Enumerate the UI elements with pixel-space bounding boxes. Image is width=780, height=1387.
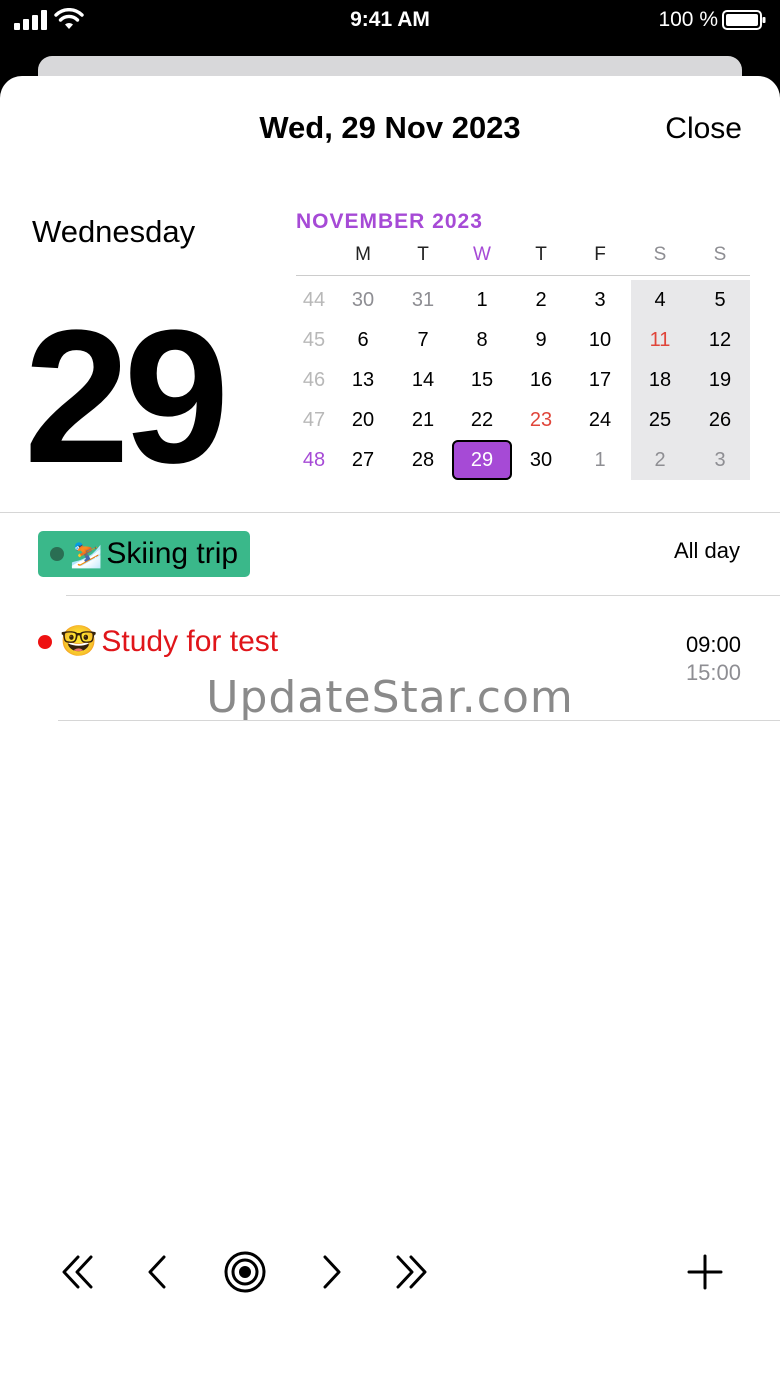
week-number: 44 [302, 289, 326, 311]
calendar-day[interactable]: 31 [395, 282, 451, 318]
calendar-day[interactable]: 26 [692, 402, 748, 438]
today-button[interactable] [215, 1244, 275, 1300]
calendar-day[interactable]: 16 [513, 362, 569, 398]
calendar-day[interactable]: 12 [692, 322, 748, 358]
calendar-day[interactable]: 19 [692, 362, 748, 398]
week-number: 47 [302, 409, 326, 431]
weekday-header: W [473, 244, 491, 265]
calendar-grid: 44 30 31 1 2 3 4 5 45 6 7 8 9 10 11 12 46 13 14 15 16 17 18 19 4… [296, 276, 750, 480]
calendar-day[interactable]: 30 [513, 442, 569, 478]
calendar-day[interactable]: 2 [632, 442, 688, 478]
week-number: 48 [302, 449, 326, 471]
double-chevron-left-icon [62, 1255, 93, 1289]
event-title: Study for test [101, 624, 279, 658]
mini-calendar: NOVEMBER 2023 M T W T F S S 44 30 31 1 2 3 4 5 4… [296, 210, 750, 480]
target-icon [224, 1251, 266, 1293]
calendar-day[interactable]: 28 [395, 442, 451, 478]
skier-icon: ⛷️ [70, 538, 103, 569]
day-detail-sheet: Wed, 29 Nov 2023 Close Wednesday 29 NOVE… [0, 76, 780, 1387]
battery-icon [722, 10, 766, 30]
calendar-day[interactable]: 17 [572, 362, 628, 398]
month-label: NOVEMBER 2023 [296, 210, 483, 233]
weekday-header-row: M T W T F S S [296, 240, 750, 276]
calendar-day[interactable]: 1 [454, 282, 510, 318]
divider [58, 720, 780, 721]
close-button[interactable]: Close [665, 112, 742, 146]
status-bar: 9:41 AM 100 % [0, 0, 780, 40]
calendar-day[interactable]: 9 [513, 322, 569, 358]
previous-day-button[interactable] [128, 1244, 188, 1300]
calendar-day[interactable]: 7 [395, 322, 451, 358]
calendar-day[interactable]: 23 [513, 402, 569, 438]
nerd-face-icon: 🤓 [60, 625, 98, 658]
calendar-day[interactable]: 10 [572, 322, 628, 358]
calendar-day[interactable]: 4 [632, 282, 688, 318]
divider [66, 595, 780, 596]
calendar-day[interactable]: 3 [572, 282, 628, 318]
calendar-day[interactable]: 6 [335, 322, 391, 358]
calendar-day[interactable]: 2 [513, 282, 569, 318]
event-skiing-trip[interactable]: ⛷️ Skiing trip [38, 531, 251, 577]
big-day-number: 29 [24, 291, 229, 503]
calendar-day[interactable]: 22 [454, 402, 510, 438]
chevron-right-icon [323, 1255, 341, 1289]
event-color-dot [38, 634, 52, 649]
jump-forward-button[interactable] [382, 1244, 442, 1300]
calendar-day[interactable]: 21 [395, 402, 451, 438]
add-event-button[interactable] [675, 1244, 735, 1300]
weekday-header: S [653, 244, 667, 265]
event-time-label: All day [673, 538, 740, 563]
weekday-header: F [594, 244, 606, 265]
calendar-day[interactable]: 25 [632, 402, 688, 438]
calendar-day[interactable]: 8 [454, 322, 510, 358]
event-start-time: 09:00 [685, 632, 741, 657]
weekday-header: T [417, 244, 429, 265]
event-study-for-test[interactable]: 🤓 Study for test [38, 624, 278, 659]
sheet-title: Wed, 29 Nov 2023 [259, 110, 521, 145]
weekday-header: T [535, 244, 547, 265]
calendar-day[interactable]: 14 [395, 362, 451, 398]
calendar-day[interactable]: 20 [335, 402, 391, 438]
calendar-day[interactable]: 1 [572, 442, 628, 478]
week-number: 46 [302, 369, 326, 391]
calendar-day[interactable]: 29 [452, 440, 512, 480]
calendar-day[interactable]: 18 [632, 362, 688, 398]
event-title: Skiing trip [106, 537, 239, 570]
calendar-day[interactable]: 3 [692, 442, 748, 478]
calendar-day[interactable]: 27 [335, 442, 391, 478]
week-number: 45 [302, 329, 326, 351]
watermark: UpdateStar.com [206, 672, 574, 723]
calendar-day[interactable]: 24 [572, 402, 628, 438]
weekday-header: M [355, 244, 371, 265]
weekday-header: S [713, 244, 727, 265]
calendar-day[interactable]: 5 [692, 282, 748, 318]
calendar-day[interactable]: 13 [335, 362, 391, 398]
battery-percentage: 100 % [658, 8, 718, 31]
weekday-label: Wednesday [32, 214, 196, 249]
calendar-day[interactable]: 30 [335, 282, 391, 318]
jump-back-button[interactable] [47, 1244, 107, 1300]
divider [0, 512, 780, 513]
chevron-left-icon [148, 1255, 166, 1289]
calendar-day[interactable]: 15 [454, 362, 510, 398]
event-color-dot [50, 547, 64, 561]
next-day-button[interactable] [301, 1244, 361, 1300]
calendar-day[interactable]: 11 [632, 322, 688, 358]
plus-icon [687, 1254, 723, 1290]
double-chevron-right-icon [396, 1255, 427, 1289]
